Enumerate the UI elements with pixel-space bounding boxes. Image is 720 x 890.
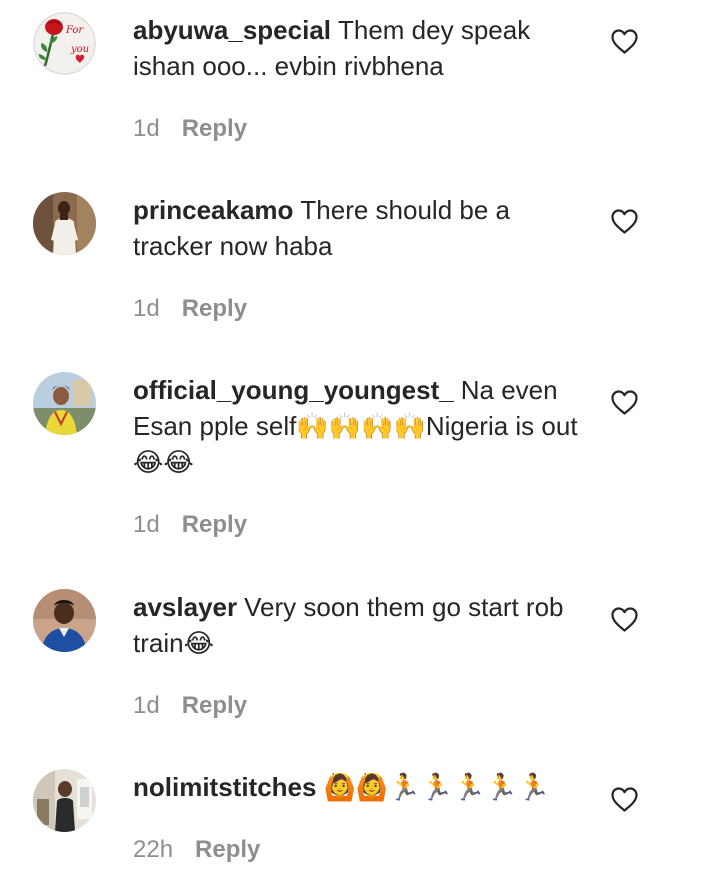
reply-button[interactable]: Reply [182,692,247,719]
reply-button[interactable]: Reply [182,115,247,142]
avatar[interactable]: For you [33,12,96,75]
comment-meta: 1d Reply [133,115,247,143]
comment-username[interactable]: official_young_youngest_ [133,375,454,405]
like-heart-icon[interactable] [611,787,638,812]
comment-meta: 1d Reply [133,511,247,539]
like-heart-icon[interactable] [611,29,638,54]
avatar[interactable] [33,192,96,255]
avatar-image: For you [33,12,96,75]
reply-button[interactable]: Reply [182,511,247,538]
avatar-text-for: For [65,25,84,36]
comment-time: 1d [133,692,160,719]
comment-username[interactable]: avslayer [133,592,237,622]
avatar[interactable] [33,769,96,832]
avatar-image [33,372,96,435]
avatar-text-you: you [70,44,89,55]
comment-time: 1d [133,295,160,322]
comment-body: princeakamo There should be a tracker now… [133,192,578,264]
avatar-image [33,769,96,832]
avatar[interactable] [33,589,96,652]
comment-meta: 22h Reply [133,836,260,864]
like-heart-icon[interactable] [611,607,638,632]
comment-username[interactable]: abyuwa_special [133,15,331,45]
comment-body: official_young_youngest_ Na even Esan ppl… [133,372,578,480]
comment-meta: 1d Reply [133,295,247,323]
comment-username[interactable]: nolimitstitches [133,772,316,802]
like-heart-icon[interactable] [611,209,638,234]
avatar-image [33,192,96,255]
comment-body: abyuwa_special Them dey speak ishan ooo..… [133,12,578,84]
comment-time: 1d [133,115,160,142]
avatar-image [33,589,96,652]
comment-time: 1d [133,511,160,538]
comment-username[interactable]: princeakamo [133,195,293,225]
comment-text: 🙆🙆🏃🏃🏃🏃🏃 [323,772,551,802]
comment-meta: 1d Reply [133,692,247,720]
comment-body: nolimitstitches 🙆🙆🏃🏃🏃🏃🏃 [133,769,578,805]
like-heart-icon[interactable] [611,390,638,415]
comment-time: 22h [133,836,174,863]
avatar[interactable] [33,372,96,435]
reply-button[interactable]: Reply [195,836,260,863]
reply-button[interactable]: Reply [182,295,247,322]
comment-body: avslayer Very soon them go start rob trai… [133,589,578,661]
